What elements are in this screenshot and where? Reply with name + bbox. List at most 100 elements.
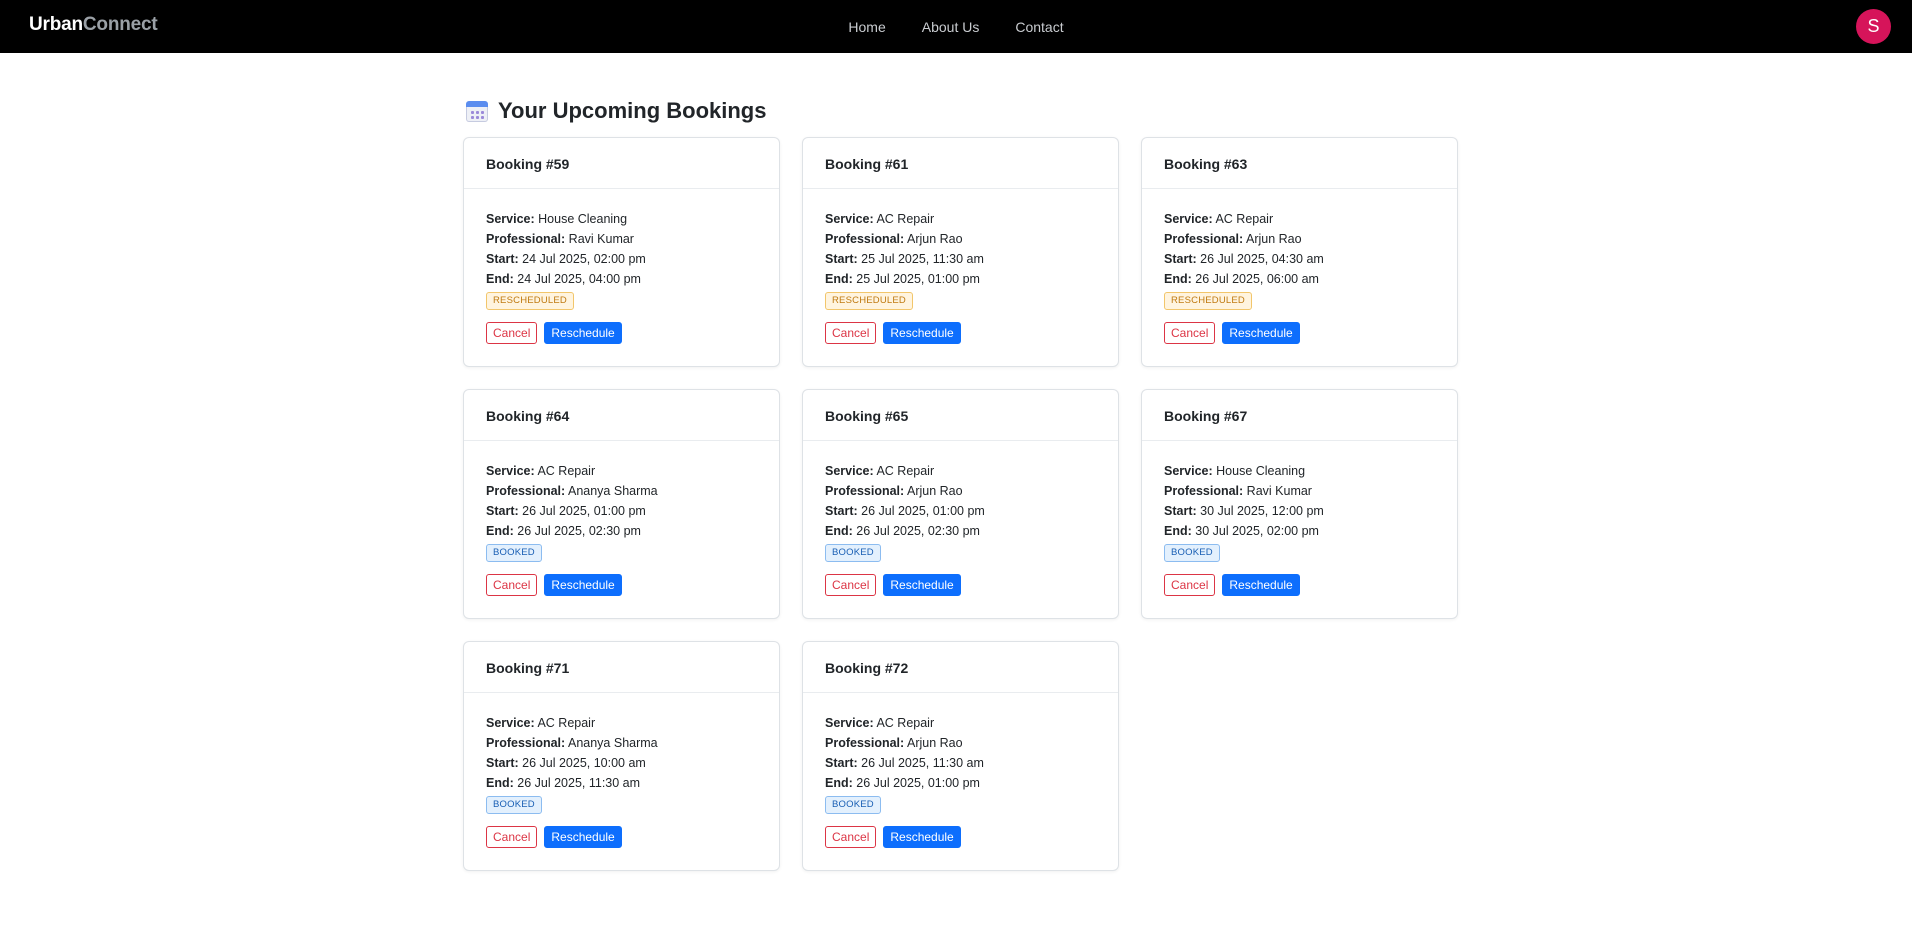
professional-row: Professional: Ravi Kumar (486, 229, 779, 249)
booking-card: Booking #61 Service: AC Repair Professio… (802, 137, 1119, 367)
service-row: Service: House Cleaning (1164, 461, 1457, 481)
booking-details: Service: AC Repair Professional: Arjun R… (803, 441, 1118, 596)
end-label: End: (825, 776, 853, 790)
professional-label: Professional: (825, 232, 905, 246)
professional-row: Professional: Ananya Sharma (486, 733, 779, 753)
cancel-button[interactable]: Cancel (486, 826, 538, 848)
start-row: Start: 24 Jul 2025, 02:00 pm (486, 249, 779, 269)
professional-row: Professional: Arjun Rao (1164, 229, 1457, 249)
booking-card: Booking #71 Service: AC Repair Professio… (463, 641, 780, 871)
end-label: End: (486, 524, 514, 538)
professional-label: Professional: (486, 232, 566, 246)
reschedule-button[interactable]: Reschedule (883, 574, 961, 596)
end-row: End: 26 Jul 2025, 01:00 pm (825, 773, 1118, 793)
start-value: 26 Jul 2025, 10:00 am (522, 756, 646, 770)
professional-row: Professional: Ananya Sharma (486, 481, 779, 501)
booking-actions: Cancel Reschedule (825, 574, 1118, 596)
start-label: Start: (1164, 252, 1197, 266)
service-value: AC Repair (876, 464, 935, 478)
end-row: End: 26 Jul 2025, 02:30 pm (825, 521, 1118, 541)
professional-row: Professional: Arjun Rao (825, 229, 1118, 249)
professional-value: Arjun Rao (906, 232, 963, 246)
professional-label: Professional: (1164, 484, 1244, 498)
reschedule-button[interactable]: Reschedule (883, 322, 961, 344)
service-label: Service: (825, 212, 874, 226)
booking-actions: Cancel Reschedule (825, 826, 1118, 848)
cancel-button[interactable]: Cancel (825, 826, 877, 848)
reschedule-button[interactable]: Reschedule (883, 826, 961, 848)
start-label: Start: (486, 252, 519, 266)
booking-title: Booking #64 (464, 390, 779, 441)
booking-actions: Cancel Reschedule (486, 322, 779, 344)
start-value: 26 Jul 2025, 11:30 am (861, 756, 984, 770)
end-value: 26 Jul 2025, 01:00 pm (856, 776, 980, 790)
cancel-button[interactable]: Cancel (825, 574, 877, 596)
booking-actions: Cancel Reschedule (1164, 322, 1457, 344)
page-title: Your Upcoming Bookings (498, 98, 767, 123)
professional-label: Professional: (825, 736, 905, 750)
reschedule-button[interactable]: Reschedule (544, 826, 622, 848)
booking-card: Booking #65 Service: AC Repair Professio… (802, 389, 1119, 619)
professional-value: Ravi Kumar (1246, 484, 1312, 498)
reschedule-button[interactable]: Reschedule (1222, 574, 1300, 596)
professional-value: Arjun Rao (906, 484, 963, 498)
cancel-button[interactable]: Cancel (486, 322, 538, 344)
cancel-button[interactable]: Cancel (486, 574, 538, 596)
nav-link-contact[interactable]: Contact (1015, 19, 1063, 35)
end-value: 26 Jul 2025, 02:30 pm (856, 524, 980, 538)
service-value: AC Repair (876, 716, 935, 730)
start-row: Start: 26 Jul 2025, 11:30 am (825, 753, 1118, 773)
status-badge: RESCHEDULED (825, 292, 913, 310)
start-row: Start: 26 Jul 2025, 10:00 am (486, 753, 779, 773)
booking-card: Booking #67 Service: House Cleaning Prof… (1141, 389, 1458, 619)
end-value: 26 Jul 2025, 02:30 pm (517, 524, 641, 538)
service-value: House Cleaning (1216, 464, 1306, 478)
end-value: 26 Jul 2025, 11:30 am (517, 776, 641, 790)
start-value: 26 Jul 2025, 01:00 pm (861, 504, 985, 518)
top-navbar: UrbanConnect Home About Us Contact S (0, 0, 1912, 53)
service-label: Service: (825, 716, 874, 730)
cancel-button[interactable]: Cancel (1164, 574, 1216, 596)
service-label: Service: (486, 464, 535, 478)
service-row: Service: AC Repair (1164, 209, 1457, 229)
reschedule-button[interactable]: Reschedule (1222, 322, 1300, 344)
brand-name-part2: Connect (82, 14, 158, 35)
nav-link-home[interactable]: Home (848, 19, 885, 35)
end-label: End: (486, 272, 514, 286)
user-avatar[interactable]: S (1856, 9, 1891, 44)
start-value: 30 Jul 2025, 12:00 pm (1200, 504, 1324, 518)
booking-card: Booking #72 Service: AC Repair Professio… (802, 641, 1119, 871)
cancel-button[interactable]: Cancel (825, 322, 877, 344)
status-badge: BOOKED (486, 796, 542, 814)
end-value: 26 Jul 2025, 06:00 am (1195, 272, 1319, 286)
reschedule-button[interactable]: Reschedule (544, 322, 622, 344)
booking-details: Service: House Cleaning Professional: Ra… (464, 189, 779, 344)
booking-details: Service: AC Repair Professional: Ananya … (464, 693, 779, 848)
cancel-button[interactable]: Cancel (1164, 322, 1216, 344)
start-row: Start: 30 Jul 2025, 12:00 pm (1164, 501, 1457, 521)
service-row: Service: AC Repair (825, 713, 1118, 733)
start-label: Start: (825, 504, 858, 518)
nav-link-about-us[interactable]: About Us (922, 19, 980, 35)
service-value: AC Repair (1215, 212, 1274, 226)
start-label: Start: (486, 504, 519, 518)
status-badge: BOOKED (825, 796, 881, 814)
service-row: Service: AC Repair (486, 461, 779, 481)
booking-title: Booking #61 (803, 138, 1118, 189)
service-label: Service: (486, 212, 535, 226)
booking-details: Service: AC Repair Professional: Arjun R… (803, 189, 1118, 344)
end-value: 24 Jul 2025, 04:00 pm (517, 272, 641, 286)
booking-card: Booking #63 Service: AC Repair Professio… (1141, 137, 1458, 367)
service-row: Service: AC Repair (825, 209, 1118, 229)
professional-row: Professional: Arjun Rao (825, 481, 1118, 501)
professional-value: Ananya Sharma (567, 736, 658, 750)
service-value: AC Repair (876, 212, 935, 226)
status-badge: RESCHEDULED (1164, 292, 1252, 310)
end-label: End: (825, 524, 853, 538)
service-value: AC Repair (537, 716, 596, 730)
booking-actions: Cancel Reschedule (486, 574, 779, 596)
reschedule-button[interactable]: Reschedule (544, 574, 622, 596)
professional-value: Ravi Kumar (568, 232, 634, 246)
brand-logo-link[interactable]: UrbanConnect (29, 14, 158, 36)
professional-label: Professional: (486, 736, 566, 750)
